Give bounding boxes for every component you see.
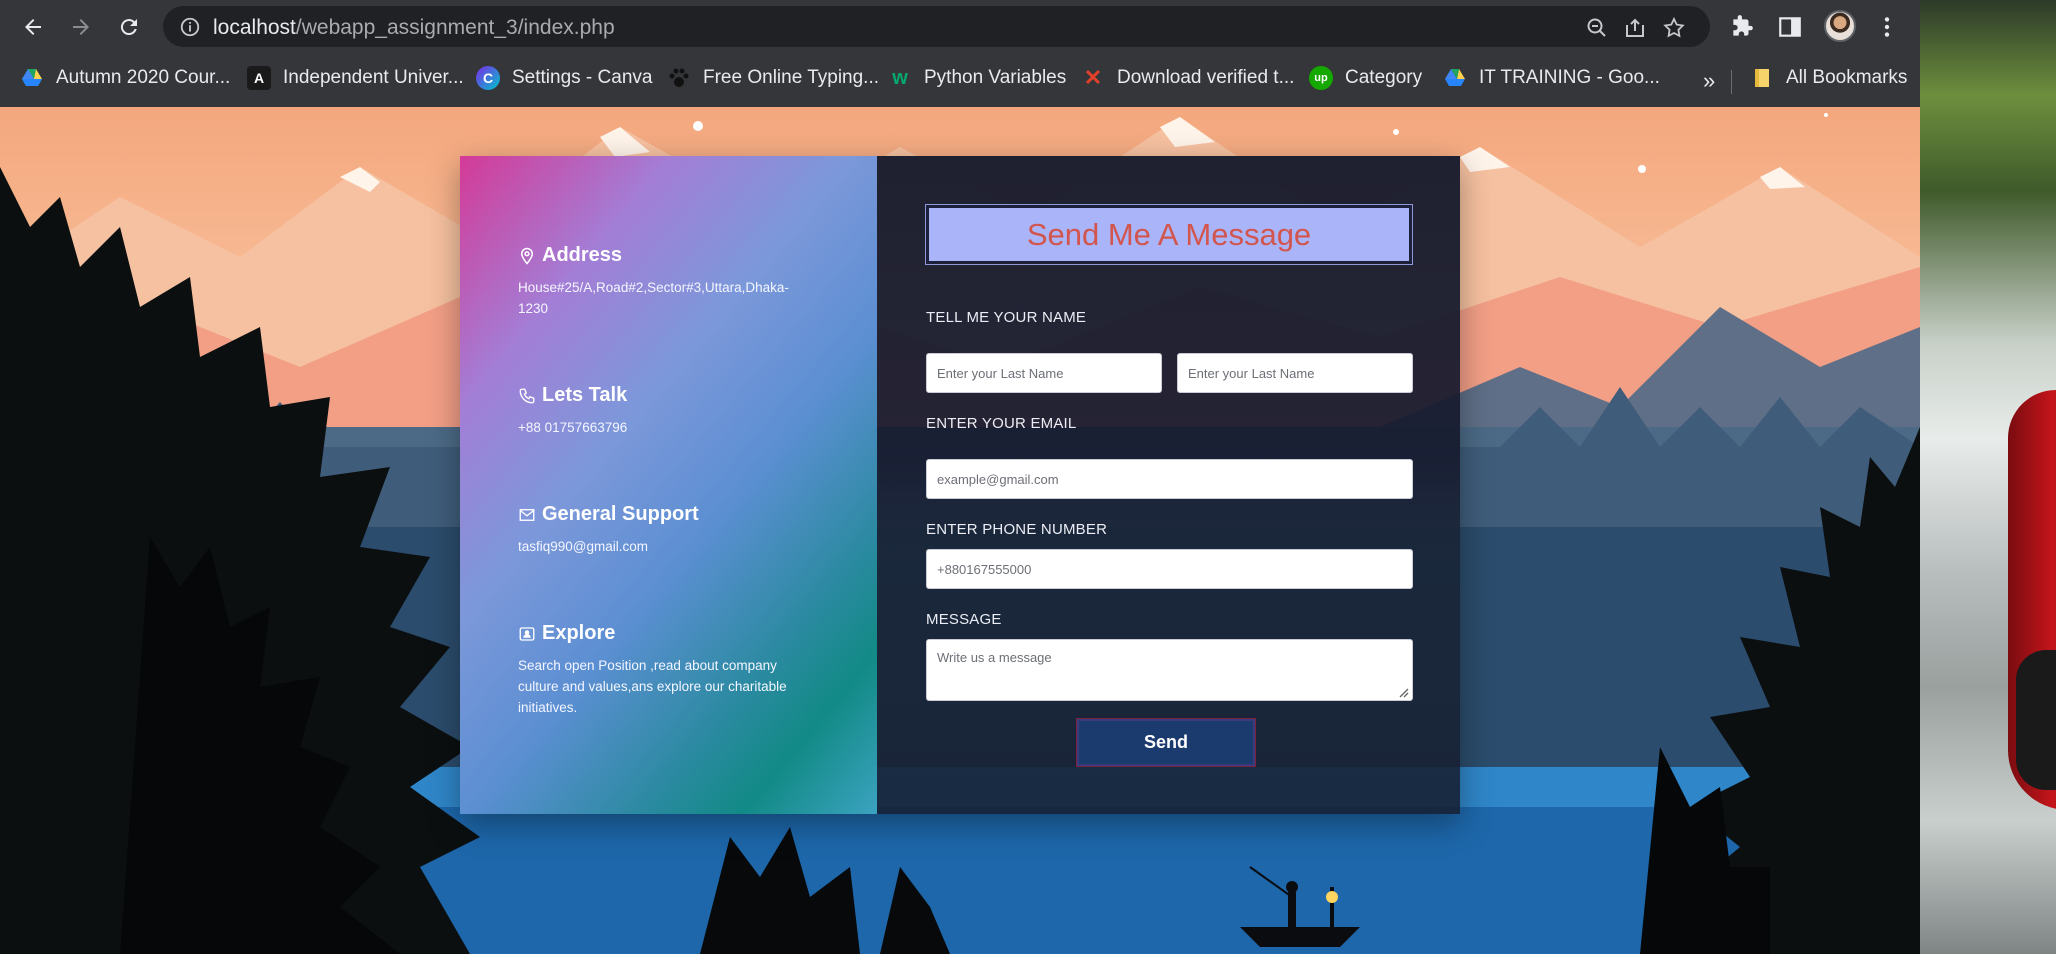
bookmarks-overflow-button[interactable]: » xyxy=(1703,68,1715,94)
right-photo-strip xyxy=(1920,0,2056,954)
explore-title: Explore xyxy=(518,622,818,645)
bookmark-item[interactable]: C Settings - Canva xyxy=(476,64,652,92)
support-title-text: General Support xyxy=(542,503,699,525)
back-button[interactable] xyxy=(18,12,48,42)
message-label: MESSAGE xyxy=(926,611,1002,628)
url-host: localhost xyxy=(213,16,296,39)
support-block: General Support tasfiq990@gmail.com xyxy=(518,503,818,557)
browser-chrome: localhost/webapp_assignment_3/index.php … xyxy=(0,0,1920,107)
bookmark-label: Free Online Typing... xyxy=(703,67,880,88)
email-text: tasfiq990@gmail.com xyxy=(518,539,649,554)
x-icon: ✕ xyxy=(1083,65,1103,90)
angular-icon: A xyxy=(247,66,271,90)
star-icon[interactable] xyxy=(1662,16,1686,40)
phone-icon xyxy=(519,388,535,403)
bookmark-item[interactable]: IT TRAINING - Goo... xyxy=(1443,64,1660,92)
talk-block: Lets Talk +88 01757663796 xyxy=(518,384,818,438)
bookmark-item[interactable]: w Python Variables xyxy=(888,64,1066,92)
contact-card: Address House#25/A,Road#2,Sector#3,Uttar… xyxy=(460,156,1460,814)
share-icon[interactable] xyxy=(1623,16,1647,40)
upwork-icon: up xyxy=(1309,66,1333,90)
form-heading-box: Send Me A Message xyxy=(926,205,1412,264)
car-tire-image xyxy=(2016,650,2056,790)
address-text: House#25/A,Road#2,Sector#3,Uttara,Dhaka-… xyxy=(518,280,789,316)
site-info-icon[interactable] xyxy=(179,16,201,38)
bookmark-item[interactable]: Free Online Typing... xyxy=(667,64,879,92)
address-bar[interactable]: localhost/webapp_assignment_3/index.php xyxy=(163,6,1710,47)
bookmark-label: IT TRAINING - Goo... xyxy=(1479,67,1660,88)
phone-input[interactable] xyxy=(926,549,1413,589)
arrow-left-icon xyxy=(25,19,41,35)
all-bookmarks-label: All Bookmarks xyxy=(1786,67,1908,88)
map-pin-icon xyxy=(520,247,534,265)
support-title: General Support xyxy=(518,503,818,526)
first-name-input[interactable] xyxy=(926,353,1162,393)
person-card-icon xyxy=(519,626,535,641)
email-input[interactable] xyxy=(926,459,1413,499)
zoom-icon[interactable] xyxy=(1585,16,1609,40)
bookmark-label: Independent Univer... xyxy=(283,67,464,88)
browser-toolbar: localhost/webapp_assignment_3/index.php xyxy=(0,0,1920,54)
bookmark-item[interactable]: Autumn 2020 Cour... xyxy=(20,64,230,92)
google-drive-icon xyxy=(22,69,42,86)
reload-icon xyxy=(120,19,137,36)
arrow-right-icon xyxy=(73,19,89,35)
extensions-icon[interactable] xyxy=(1729,14,1755,40)
bookmark-label: Settings - Canva xyxy=(512,67,653,88)
bookmark-label: Category xyxy=(1345,67,1423,88)
profile-avatar[interactable] xyxy=(1824,10,1856,42)
bookmarks-bar: Autumn 2020 Cour... A Independent Univer… xyxy=(0,58,1920,98)
phone-text: +88 01757663796 xyxy=(518,420,628,435)
form-heading: Send Me A Message xyxy=(1026,216,1312,252)
email-label: ENTER YOUR EMAIL xyxy=(926,415,1077,432)
message-form-panel: Send Me A Message TELL ME YOUR NAME ENTE… xyxy=(877,156,1460,814)
bookmark-item[interactable]: A Independent Univer... xyxy=(247,64,464,92)
explore-title-text: Explore xyxy=(542,622,616,644)
address-title-text: Address xyxy=(542,244,623,266)
w3schools-icon: w xyxy=(892,66,908,89)
side-panel-icon[interactable] xyxy=(1777,14,1803,40)
url-path: /webapp_assignment_3/index.php xyxy=(295,16,615,39)
contact-info-panel: Address House#25/A,Road#2,Sector#3,Uttar… xyxy=(460,156,877,814)
all-bookmarks-button[interactable]: All Bookmarks xyxy=(1750,64,1907,92)
bookmark-label: Autumn 2020 Cour... xyxy=(56,67,231,88)
bookmarks-divider xyxy=(1731,70,1732,94)
google-drive-icon xyxy=(1445,69,1465,86)
forward-button[interactable] xyxy=(66,12,96,42)
bookmark-item[interactable]: ✕ Download verified t... xyxy=(1081,64,1295,92)
address-block: Address House#25/A,Road#2,Sector#3,Uttar… xyxy=(518,244,818,319)
talk-title-text: Lets Talk xyxy=(542,384,628,406)
folder-icon xyxy=(1755,69,1769,87)
envelope-icon xyxy=(519,508,535,521)
canva-icon: C xyxy=(476,66,500,90)
message-textarea[interactable] xyxy=(926,639,1413,701)
url-text: localhost/webapp_assignment_3/index.php xyxy=(213,16,615,40)
more-menu-icon[interactable] xyxy=(1874,14,1900,40)
bookmark-label: Download verified t... xyxy=(1117,67,1295,88)
name-label: TELL ME YOUR NAME xyxy=(926,309,1087,326)
reload-button[interactable] xyxy=(114,12,144,42)
send-button[interactable]: Send xyxy=(1077,719,1255,766)
resize-handle-icon[interactable] xyxy=(1397,686,1409,698)
phone-label: ENTER PHONE NUMBER xyxy=(926,521,1108,538)
bookmark-item[interactable]: up Category xyxy=(1309,64,1422,92)
talk-title: Lets Talk xyxy=(518,384,818,407)
explore-text: Search open Position ,read about company… xyxy=(518,658,787,715)
address-title: Address xyxy=(518,244,818,267)
last-name-input[interactable] xyxy=(1177,353,1413,393)
explore-block: Explore Search open Position ,read about… xyxy=(518,622,818,718)
paw-icon xyxy=(669,68,689,87)
bookmark-label: Python Variables xyxy=(924,67,1067,88)
